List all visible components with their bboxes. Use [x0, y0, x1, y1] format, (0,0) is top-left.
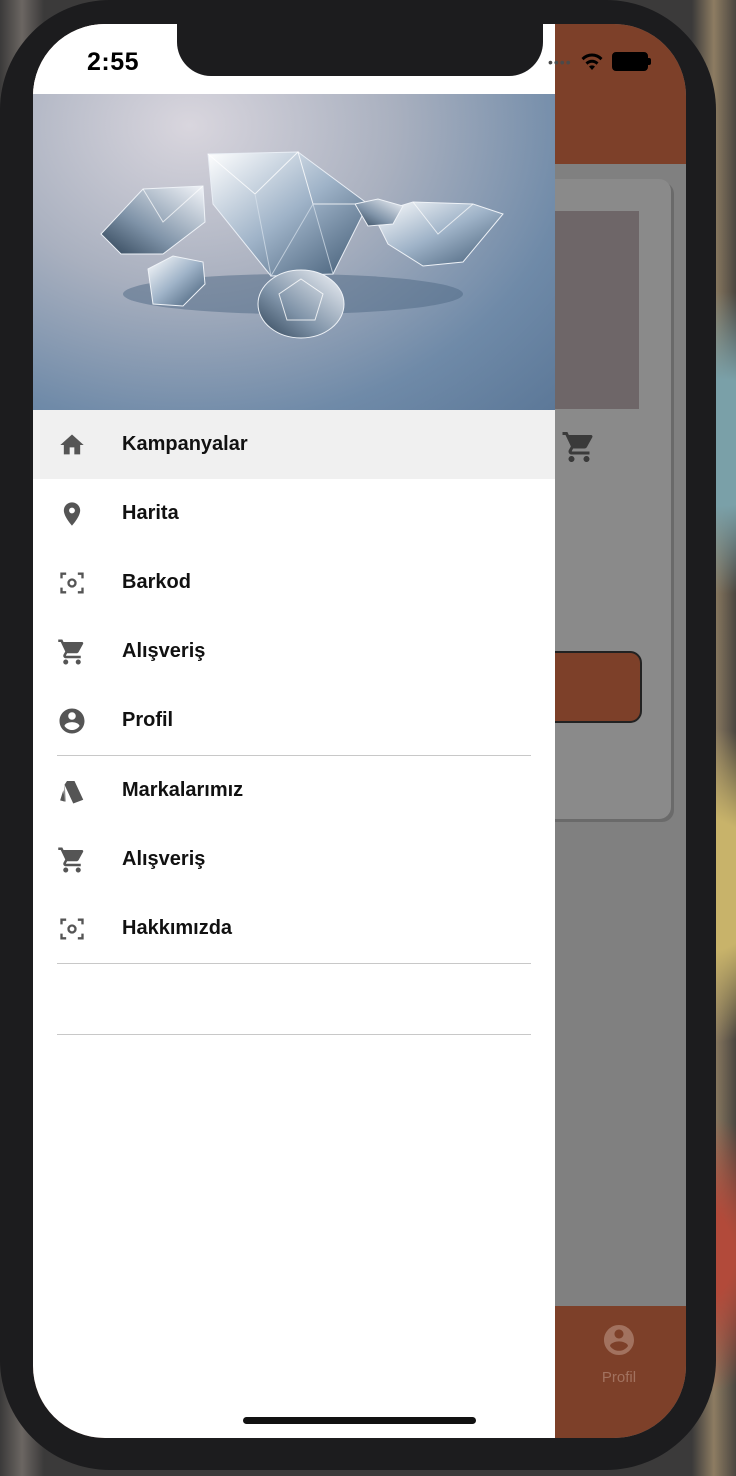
menu-item-label: Hakkımızda: [122, 917, 233, 939]
status-time: 2:55: [87, 48, 140, 76]
cart-icon: [57, 637, 87, 667]
phone-screen: Profil 2:55 •••• Kampanyalar Harita Bark…: [33, 24, 686, 1438]
cart-icon: [57, 845, 87, 875]
wifi-icon: [581, 53, 603, 70]
home-icon: [57, 430, 87, 460]
drawer-header-image: [33, 94, 555, 410]
home-indicator[interactable]: [243, 1417, 476, 1424]
navigation-drawer: Kampanyalar Harita Barkod Alışveriş Prof…: [33, 24, 555, 1438]
menu-item-harita[interactable]: Harita: [33, 479, 555, 548]
notch: [177, 24, 543, 76]
drawer-menu-secondary: Markalarımız Alışveriş Hakkımızda: [33, 756, 555, 963]
status-icons: ••••: [548, 52, 651, 71]
menu-item-alisveris-2[interactable]: Alışveriş: [33, 825, 555, 894]
tab-profile[interactable]: Profil: [593, 1322, 645, 1386]
scan-icon: [57, 568, 87, 598]
menu-item-kampanyalar[interactable]: Kampanyalar: [33, 410, 555, 479]
menu-item-label: Barkod: [122, 571, 191, 593]
diamonds-illustration: [100, 151, 504, 339]
cards-icon: [57, 776, 87, 806]
menu-item-label: Kampanyalar: [122, 433, 248, 455]
menu-item-alisveris[interactable]: Alışveriş: [33, 617, 555, 686]
menu-item-profil[interactable]: Profil: [33, 686, 555, 755]
menu-item-label: Markalarımız: [122, 779, 244, 801]
menu-item-label: Profil: [122, 709, 174, 731]
location-pin-icon: [57, 499, 87, 529]
scan-icon: [57, 914, 87, 944]
menu-item-hakkimizda[interactable]: Hakkımızda: [33, 894, 555, 963]
menu-item-label: Alışveriş: [122, 640, 206, 662]
empty-section: [33, 964, 555, 1034]
tab-profile-label: Profil: [601, 1369, 637, 1386]
menu-item-markalarimiz[interactable]: Markalarımız: [33, 756, 555, 825]
menu-item-barkod[interactable]: Barkod: [33, 548, 555, 617]
account-circle-icon: [57, 706, 87, 736]
divider: [57, 1034, 531, 1035]
menu-item-label: Harita: [122, 502, 179, 524]
phone-frame: Profil 2:55 •••• Kampanyalar Harita Bark…: [0, 0, 716, 1470]
drawer-menu-primary: Kampanyalar Harita Barkod Alışveriş Prof…: [33, 410, 555, 755]
signal-icon: ••••: [548, 53, 572, 70]
menu-item-label: Alışveriş: [122, 848, 206, 870]
account-circle-icon: [604, 1325, 634, 1355]
battery-icon: [611, 52, 651, 71]
app-cart-icon[interactable]: [561, 429, 597, 470]
